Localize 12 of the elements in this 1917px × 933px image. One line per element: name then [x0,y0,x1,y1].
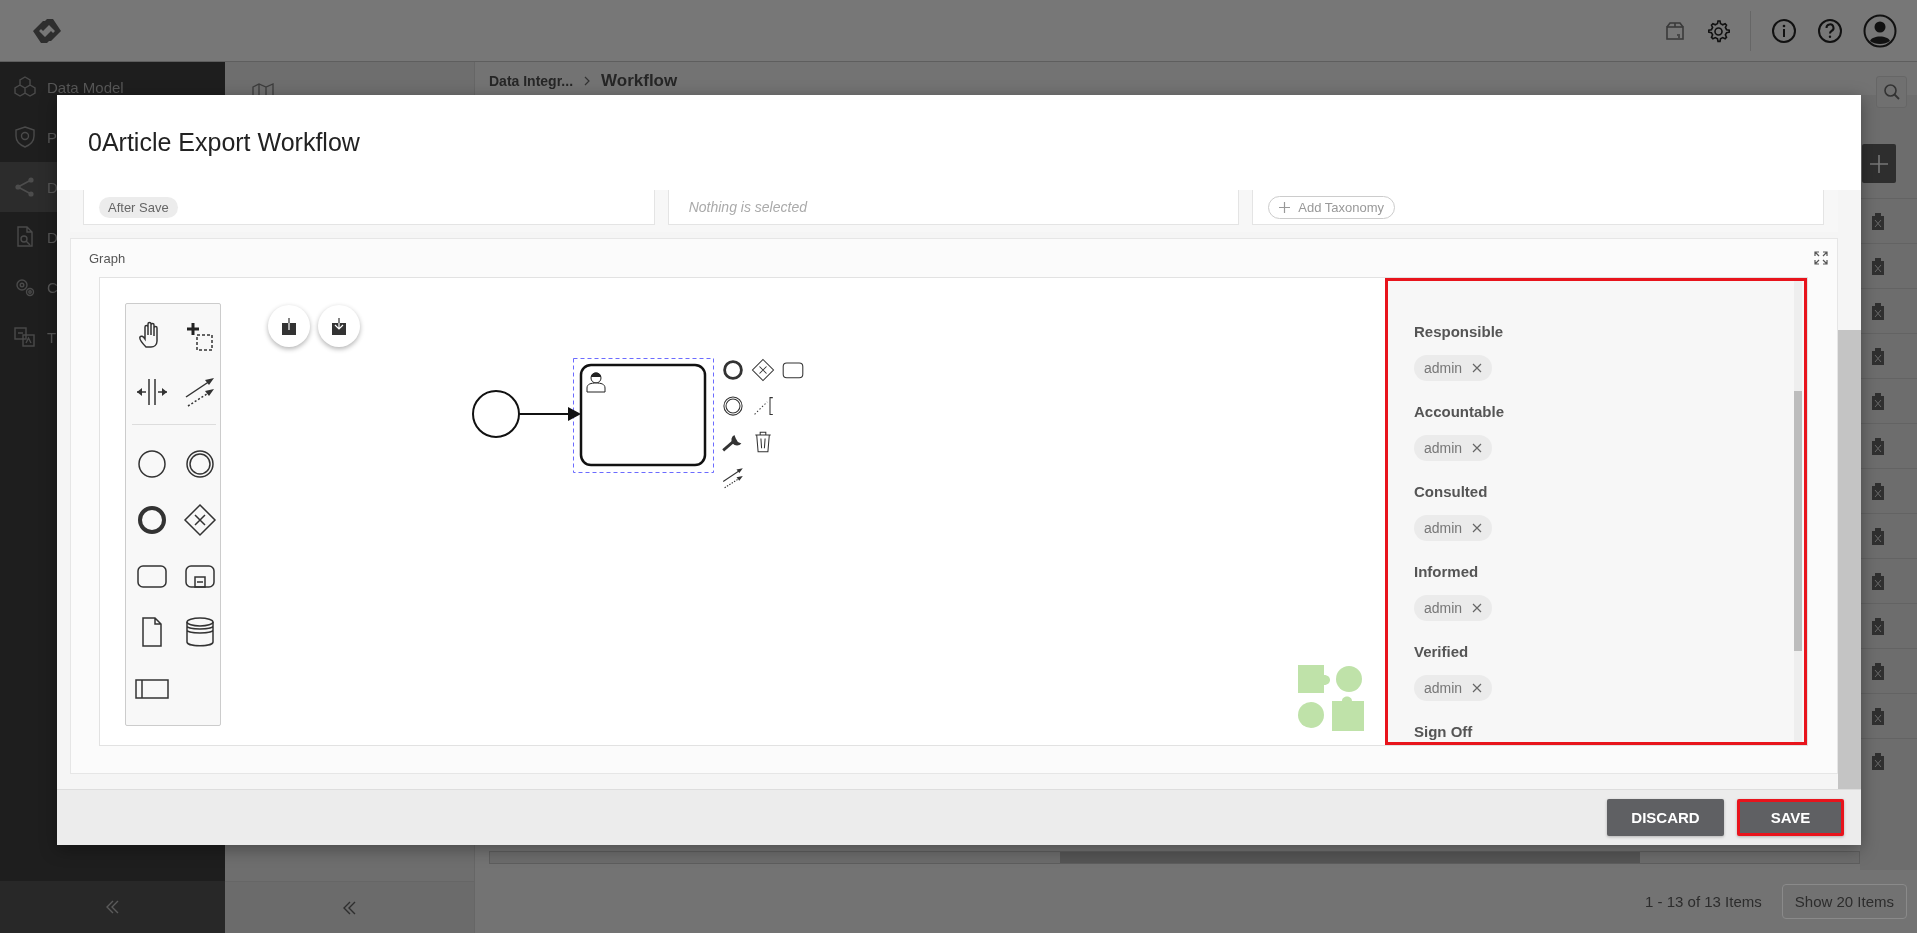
field-label: Sign Off [1414,722,1474,742]
page-title: Workflow [601,71,678,91]
field-label: Accountable [1414,402,1505,422]
tag-chip: After Save [99,196,178,218]
field-label: Consulted [1414,482,1489,502]
empty-message: Nothing is selected [687,199,807,215]
field-label: Verified [1414,642,1470,662]
section-title: Graph [89,250,126,266]
dialog-title: 0Article Export Workflow [88,128,360,157]
field-label: Informed [1414,562,1480,582]
pagination-summary: 1 - 13 of 13 Items [1645,893,1762,910]
field-label: Responsible [1414,322,1505,342]
